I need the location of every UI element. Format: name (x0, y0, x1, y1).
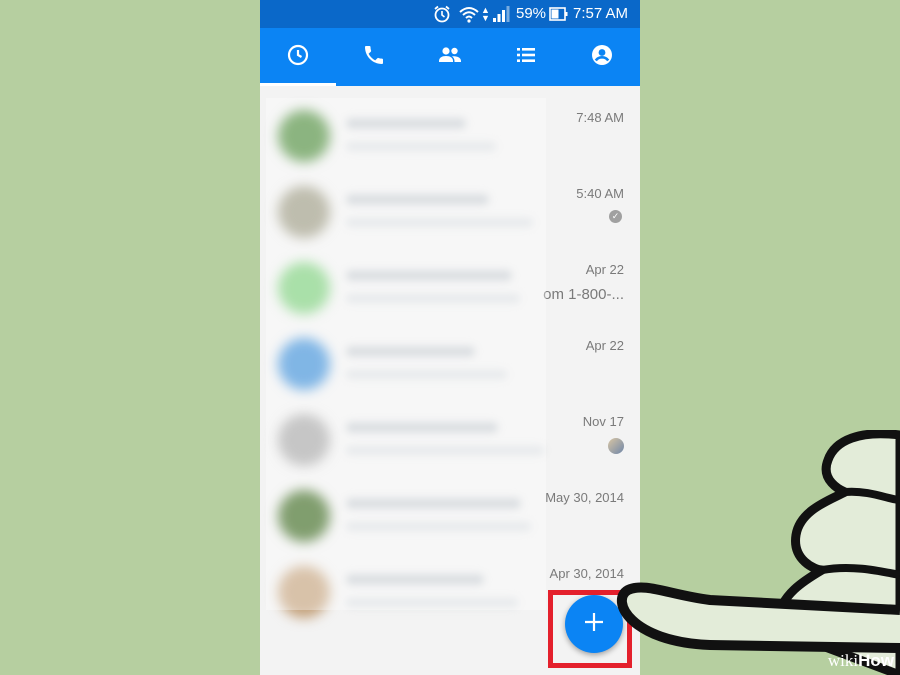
wifi-icon (458, 4, 480, 30)
pointing-hand-illustration (616, 430, 900, 675)
tab-profile[interactable] (564, 28, 640, 86)
people-icon (437, 43, 463, 72)
signal-icon (492, 4, 510, 30)
conversation-time: Nov 17 (582, 414, 624, 429)
tab-recent[interactable] (260, 28, 336, 86)
conversation-time: Apr 22 (585, 262, 624, 277)
conversation-time: 7:48 AM (576, 110, 624, 125)
phone-icon (362, 43, 386, 72)
alarm-icon (432, 4, 452, 30)
conversation-time: Apr 22 (585, 338, 624, 353)
conversation-time: 5:40 AM (576, 186, 624, 201)
active-tab-indicator (260, 83, 336, 86)
clock-icon (286, 43, 310, 72)
profile-icon (590, 43, 614, 72)
tab-list[interactable] (488, 28, 564, 86)
phone-screen: ▲ ▼ 59% 7:57 AM 7:48 AM 5:40 AM ✓ Apr 22… (260, 0, 640, 675)
blur-overlay (266, 98, 546, 610)
data-arrows-icon: ▲ ▼ (481, 5, 490, 23)
list-icon (514, 43, 538, 72)
tab-groups[interactable] (412, 28, 488, 86)
status-time: 7:57 AM (573, 5, 629, 22)
tab-calls[interactable] (336, 28, 412, 86)
status-bar: ▲ ▼ 59% 7:57 AM (260, 0, 640, 28)
battery-percent: 59% (516, 5, 547, 22)
battery-icon (549, 4, 569, 30)
message-snippet: om 1-800-... (543, 286, 624, 303)
app-bar (260, 28, 640, 86)
watermark: wikiHow (827, 651, 894, 670)
read-check-icon: ✓ (609, 210, 622, 223)
